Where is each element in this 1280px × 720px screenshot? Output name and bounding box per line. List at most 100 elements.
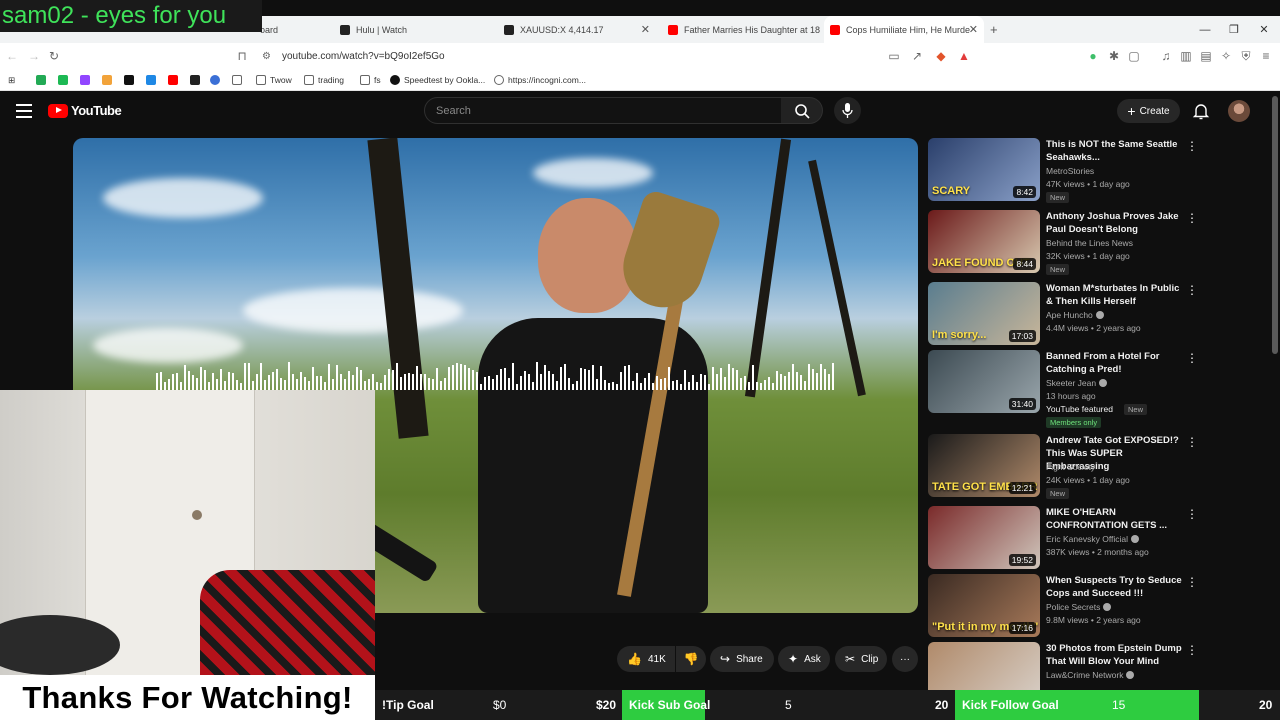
youtube-header: YouTube Search + Create [0, 92, 1280, 130]
bookmark-favicon-icon[interactable] [36, 73, 50, 87]
menu-icon[interactable]: ≡ [1258, 48, 1274, 64]
reload-icon[interactable]: ↻ [46, 48, 62, 64]
new-badge: New [1124, 404, 1148, 415]
minimize-icon[interactable]: — [1190, 16, 1220, 43]
avatar[interactable] [1228, 100, 1250, 122]
waveform-bar [340, 373, 342, 390]
more-options-icon[interactable]: ⋮ [1186, 508, 1198, 520]
rewards-icon[interactable]: ▲ [956, 48, 972, 64]
site-info-icon[interactable]: ⚙ [262, 51, 271, 62]
close-icon[interactable]: ✕ [641, 23, 650, 36]
bookmark-folder[interactable]: Twow [256, 73, 292, 87]
leo-icon[interactable]: ✧ [1218, 48, 1234, 64]
voice-search-button[interactable] [834, 97, 861, 124]
video-title[interactable]: Anthony Joshua Proves Jake Paul Doesn't … [1046, 210, 1182, 236]
address-bar[interactable]: ⚙ youtube.com/watch?v=bQ9oI2ef5Go [258, 46, 978, 66]
channel-name[interactable]: Ape Huncho [1046, 310, 1104, 320]
video-title[interactable]: Banned From a Hotel For Catching a Pred! [1046, 350, 1182, 376]
new-tab-button[interactable]: + [990, 16, 1006, 43]
browser-tab[interactable]: oard [250, 16, 330, 43]
video-thumbnail[interactable]: "Put it in my mouth" 17:16 [928, 574, 1040, 637]
channel-name[interactable]: MetroStories [1046, 166, 1094, 176]
bookmark-folder[interactable]: fs [360, 73, 381, 87]
extensions-puzzle-icon[interactable]: ✱ [1106, 48, 1122, 64]
tab-search-icon[interactable]: ▢ [1126, 48, 1142, 64]
video-thumbnail[interactable]: JAKE FOUND OUT 8:44 [928, 210, 1040, 273]
more-options-icon[interactable]: ⋮ [1186, 436, 1198, 448]
window-close-icon[interactable]: ✕ [1249, 16, 1279, 43]
more-actions-button[interactable]: ··· [892, 646, 918, 672]
sidebar-icon[interactable]: ▥ [1178, 48, 1194, 64]
like-button[interactable]: 👍 41K [617, 646, 675, 672]
video-title[interactable]: 30 Photos from Epstein Dump That Will Bl… [1046, 642, 1182, 668]
more-options-icon[interactable]: ⋮ [1186, 140, 1198, 152]
channel-name[interactable]: Law&Crime Network [1046, 670, 1135, 680]
notifications-bell-icon[interactable] [1192, 102, 1210, 120]
hamburger-menu-icon[interactable] [16, 104, 32, 118]
bookmark-link[interactable]: https://incogni.com... [494, 73, 586, 87]
browser-tab-xauusd[interactable]: XAUUSD:X 4,414.17 ✕ [500, 16, 656, 43]
video-thumbnail[interactable]: 19:52 [928, 506, 1040, 569]
channel-name[interactable]: Behind the Lines News [1046, 238, 1133, 248]
waveform-bar [256, 374, 258, 390]
more-options-icon[interactable]: ⋮ [1186, 644, 1198, 656]
dislike-button[interactable]: 👎 [676, 646, 706, 672]
media-icon[interactable]: ♫ [1158, 48, 1174, 64]
ask-button[interactable]: ✦ Ask [778, 646, 830, 672]
x-icon[interactable] [124, 73, 138, 87]
search-input[interactable]: Search [424, 97, 782, 124]
video-thumbnail[interactable]: I'm sorry... 17:03 [928, 282, 1040, 345]
video-thumbnail[interactable]: SCARY 8:42 [928, 138, 1040, 201]
back-icon[interactable]: ← [4, 48, 20, 64]
video-thumbnail[interactable]: TATE GOT EMBARR 12:21 [928, 434, 1040, 497]
forward-icon[interactable]: → [26, 48, 42, 64]
share-page-icon[interactable]: ↗ [909, 48, 925, 64]
folder-icon[interactable] [232, 73, 246, 87]
channel-name[interactable]: Fight Society [1046, 462, 1095, 472]
more-options-icon[interactable]: ⋮ [1186, 576, 1198, 588]
create-button[interactable]: + Create [1117, 99, 1180, 123]
bookmark-icon[interactable]: ⊓ [234, 48, 250, 64]
video-thumbnail[interactable]: 31:40 [928, 350, 1040, 413]
browser-tab-father[interactable]: Father Marries His Daughter at 18, Fa [664, 16, 820, 43]
search-placeholder: Search [436, 104, 471, 117]
maximize-icon[interactable]: ❐ [1219, 16, 1249, 43]
kick-icon[interactable] [58, 73, 72, 87]
video-title[interactable]: This is NOT the Same Seattle Seahawks... [1046, 138, 1182, 164]
waveform-bar [644, 377, 646, 390]
browser-tab-hulu[interactable]: Hulu | Watch [336, 16, 494, 43]
bookmark-favicon-icon[interactable] [210, 73, 224, 87]
channel-name[interactable]: Eric Kanevsky Official [1046, 534, 1140, 544]
bookmark-favicon-icon[interactable] [102, 73, 116, 87]
video-title[interactable]: MIKE O'HEARN CONFRONTATION GETS ... [1046, 506, 1182, 532]
brave-shield-icon[interactable]: ◆ [933, 48, 949, 64]
bookmark-folder[interactable]: trading [304, 73, 344, 87]
youtube-bookmark-icon[interactable] [168, 73, 182, 87]
bookmark-favicon-icon[interactable] [190, 73, 204, 87]
page-scrollbar[interactable] [1272, 96, 1278, 354]
vpn-icon[interactable]: ⛨ [1238, 48, 1254, 64]
browser-tab-active[interactable]: Cops Humiliate Him, He Murde ✕ [824, 16, 984, 43]
wallet-icon[interactable]: ▤ [1198, 48, 1214, 64]
waveform-bar [404, 374, 406, 390]
share-button[interactable]: ↪ Share [710, 646, 774, 672]
bluesky-icon[interactable] [146, 73, 160, 87]
youtube-logo[interactable]: YouTube [48, 103, 122, 118]
close-icon[interactable]: ✕ [969, 23, 978, 36]
cast-icon[interactable]: ▭ [886, 48, 902, 64]
more-options-icon[interactable]: ⋮ [1186, 284, 1198, 296]
bookmark-link[interactable]: Speedtest by Ookla... [390, 73, 485, 87]
video-title[interactable]: Woman M*sturbates In Public & Then Kills… [1046, 282, 1182, 308]
clip-button[interactable]: ✂ Clip [835, 646, 887, 672]
search-button[interactable] [781, 97, 823, 124]
extension-icon[interactable]: ● [1085, 48, 1101, 64]
waveform-bar [276, 369, 278, 390]
more-options-icon[interactable]: ⋮ [1186, 212, 1198, 224]
apps-grid-icon[interactable]: ⊞ [8, 73, 15, 87]
video-title[interactable]: When Suspects Try to Seduce Cops and Suc… [1046, 574, 1182, 600]
more-options-icon[interactable]: ⋮ [1186, 352, 1198, 364]
twitch-icon[interactable] [80, 73, 94, 87]
channel-name[interactable]: Police Secrets [1046, 602, 1112, 612]
sparkle-icon: ✦ [788, 652, 799, 666]
channel-name[interactable]: Skeeter Jean [1046, 378, 1108, 388]
